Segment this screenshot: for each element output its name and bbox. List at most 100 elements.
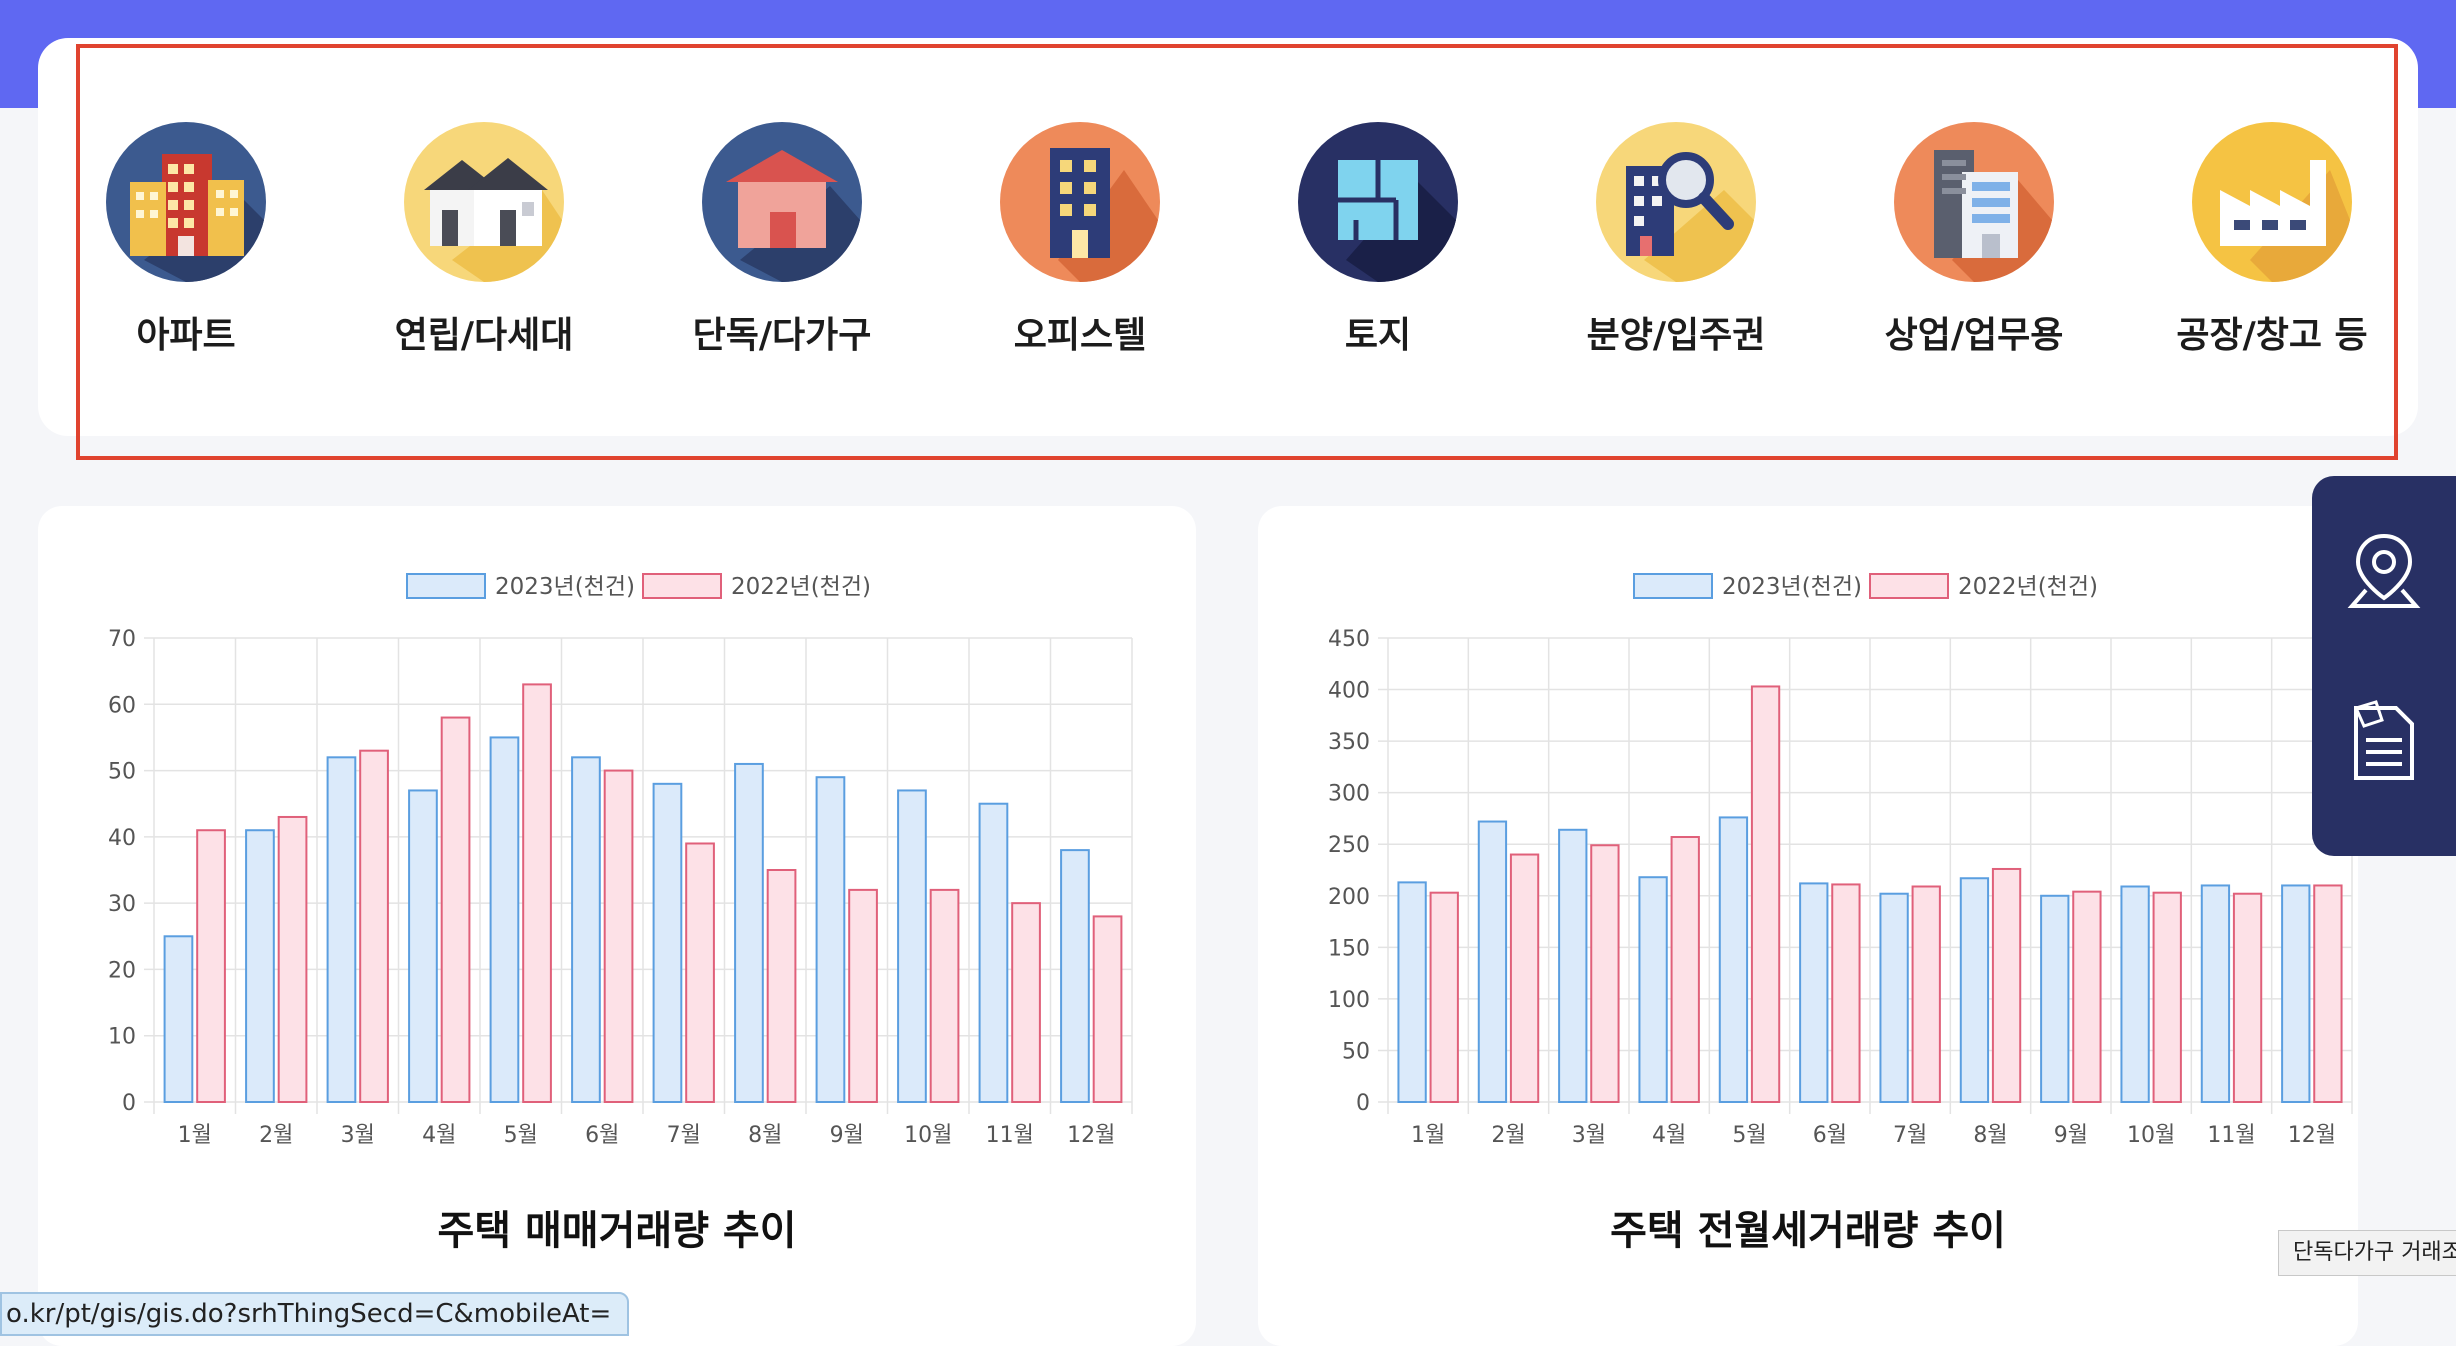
bar-series-b [685,842,715,1103]
y-tick-label: 350 [1328,730,1370,755]
bar-series-a [1799,882,1829,1103]
x-tick-label: 2월 [259,1123,293,1148]
row-house-icon [404,122,564,282]
x-tick-label: 11월 [986,1123,1034,1148]
bar-series-b [359,749,389,1104]
bar-series-a [1060,849,1090,1103]
bar-series-a [2120,885,2150,1103]
x-tick-label: 4월 [1652,1123,1686,1148]
bar-series-b [1509,853,1540,1103]
bar-series-b [522,683,552,1103]
rent-chart-card: 0 50 100 150 200 250 300 350 400 450 1월 2월 3월 4월 5월 6월… [1258,506,2358,1346]
category-label: 분양/입주권 [1586,315,1766,356]
y-tick-label: 70 [108,627,136,652]
y-tick-label: 250 [1328,833,1370,858]
y-tick-label: 20 [108,958,136,983]
x-tick-label: 5월 [1732,1123,1766,1148]
category-row-house[interactable]: 연립/다세대 [364,120,604,360]
y-tick-label: 200 [1328,885,1370,910]
bar-series-a [2200,884,2231,1104]
category-label: 상업/업무용 [1884,315,2064,356]
x-tick-label: 4월 [422,1123,456,1148]
y-axis-ticks: 0 50 100 150 200 250 300 350 400 450 [1328,627,1370,1116]
bar-series-a [2040,894,2070,1103]
document-pen-icon [2353,700,2414,780]
category-land[interactable]: 토지 [1258,120,1498,360]
bar-series-a [2281,884,2311,1104]
category-label: 단독/다가구 [692,315,872,356]
x-tick-label: 9월 [830,1123,864,1148]
bar-series-b [2152,891,2182,1103]
bar-series-b [766,869,797,1103]
y-tick-label: 50 [1342,1039,1370,1064]
category-label: 공장/창고 등 [2176,315,2368,356]
legend-swatch [1633,573,1713,599]
x-tick-label: 1월 [178,1123,212,1148]
legend-swatch [406,573,486,599]
bar-series-b [2232,892,2263,1103]
chart-legend[interactable]: 2023년(천건) 2022년(천건) [406,573,871,600]
x-axis-ticks: 1월 2월 3월 4월 5월 6월 7월 8월 9월 10월 11월 12월 [1411,1123,2336,1148]
x-tick-label: 3월 [341,1123,375,1148]
status-url-bar: o.kr/pt/gis/gis.do?srhThingSecd=C&mobile… [0,1292,630,1336]
x-tick-label: 7월 [667,1123,701,1148]
category-commercial[interactable]: 상업/업무용 [1854,120,2094,360]
bar-series-a [1959,877,1990,1104]
bar-series-a [326,756,357,1103]
bar-series-a [1879,892,1909,1103]
category-apartment[interactable]: 아파트 [66,120,306,360]
bar-series-b [1670,836,1700,1103]
bar-series-a [489,736,520,1104]
bar-series-b [277,815,308,1103]
y-axis-ticks: 0 10 20 30 40 50 60 70 [108,627,136,1116]
category-detached-house[interactable]: 단독/다가구 [662,120,902,360]
legend-label: 2022년(천건) [1958,574,2098,600]
category-officetel[interactable]: 오피스텔 [960,120,1200,360]
bar-series-b [196,829,226,1103]
bar-series-a [897,789,927,1103]
y-tick-label: 100 [1328,988,1370,1013]
bar-series-a [1397,881,1427,1103]
x-tick-label: 8월 [1973,1123,2007,1148]
bar-series-a [245,829,275,1103]
x-tick-label: 10월 [2127,1123,2175,1148]
x-tick-label: 5월 [504,1123,538,1148]
presale-search-icon [1596,122,1756,282]
bar-series-b [2072,890,2102,1103]
bar-series-b [440,716,471,1104]
legend-swatch [1869,573,1949,599]
x-tick-label: 12월 [1067,1123,1115,1148]
category-label: 연립/다세대 [394,315,574,356]
officetel-icon [1000,122,1160,282]
y-tick-label: 450 [1328,627,1370,652]
y-tick-label: 10 [108,1025,136,1050]
bar-series-b [1590,844,1620,1103]
apartment-icon [106,122,266,282]
category-label: 오피스텔 [1013,315,1147,356]
y-tick-label: 0 [122,1091,136,1116]
bar-series-b [848,888,878,1103]
map-pin-icon [2347,533,2421,608]
bar-series-a [978,802,1009,1103]
legend-label: 2023년(천건) [495,574,635,600]
bar-series-b [2313,884,2343,1104]
y-tick-label: 150 [1328,936,1370,961]
category-factory[interactable]: 공장/창고 등 [2152,120,2392,360]
category-presale[interactable]: 분양/입주권 [1556,120,1796,360]
y-tick-label: 60 [108,693,136,718]
factory-icon [2192,122,2352,282]
map-search-button[interactable] [2342,528,2426,612]
bar-series-b [1911,885,1941,1103]
y-tick-label: 40 [108,826,136,851]
category-label: 토지 [1344,315,1412,356]
commercial-building-icon [1894,122,2054,282]
y-tick-label: 300 [1328,782,1370,807]
hover-tooltip: 단독다가구 거래조회 [2278,1230,2456,1276]
x-tick-label: 6월 [585,1123,619,1148]
chart-legend[interactable]: 2023년(천건) 2022년(천건) [1633,573,2098,600]
report-button[interactable] [2342,698,2426,782]
bar-series-a [571,756,601,1103]
x-tick-label: 12월 [2288,1123,2336,1148]
bar-series-a [408,789,438,1103]
land-icon [1298,122,1458,282]
